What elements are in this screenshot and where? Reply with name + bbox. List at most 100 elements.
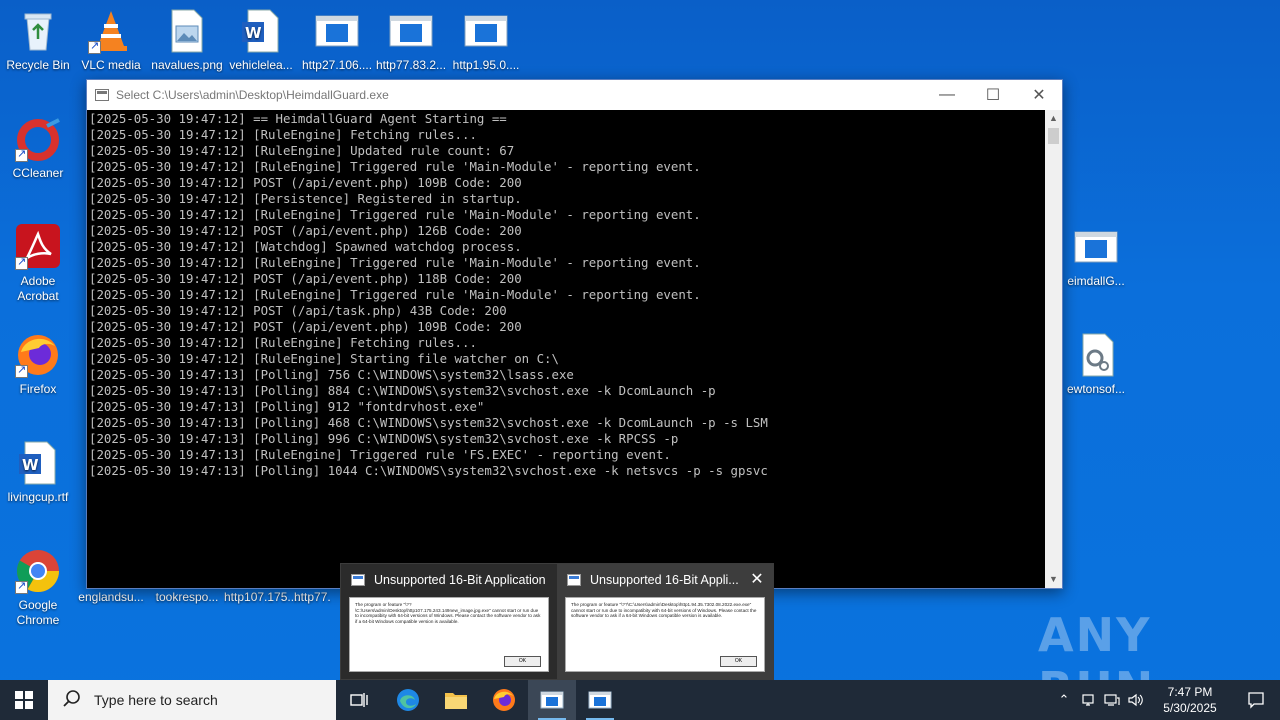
console-line: [2025-05-30 19:47:13] [RuleEngine] Trigg… xyxy=(89,447,671,462)
close-button[interactable]: ✕ xyxy=(1016,80,1062,110)
desktop-icon-vlc[interactable]: VLC media xyxy=(73,8,149,73)
desktop-icon-http1[interactable]: http1.95.0.... xyxy=(448,8,524,73)
recycle-bin-icon xyxy=(15,8,61,54)
app-window-icon xyxy=(588,691,612,709)
desktop-icon-newtonsof[interactable]: ewtonsof... xyxy=(1062,332,1130,397)
minimize-button[interactable]: — xyxy=(924,80,970,110)
task-view-button[interactable] xyxy=(336,680,384,720)
executable-window-icon xyxy=(314,8,360,54)
desktop-icon-navalues-png[interactable]: navalues.png xyxy=(149,8,225,73)
vlc-cone-icon xyxy=(88,8,134,54)
preview-title: Unsupported 16-Bit Appli... xyxy=(590,573,739,587)
desktop-icon-http77[interactable]: http77.83.2... xyxy=(373,8,449,73)
desktop-icon-google-chrome[interactable]: Google Chrome xyxy=(0,548,76,628)
desktop-icon-label: http1.95.0.... xyxy=(452,58,520,72)
taskbar-clock[interactable]: 7:47 PM 5/30/2025 xyxy=(1148,684,1232,716)
word-document-icon: W xyxy=(238,8,284,54)
start-button[interactable] xyxy=(0,680,48,720)
console-line: [2025-05-30 19:47:13] [Polling] 1044 C:\… xyxy=(89,463,768,478)
shortcut-arrow-icon xyxy=(15,147,28,162)
desktop-icon-englandsu[interactable]: englandsu... xyxy=(73,590,149,605)
console-line: [2025-05-30 19:47:12] == HeimdallGuard A… xyxy=(89,111,507,126)
clock-date: 5/30/2025 xyxy=(1163,701,1217,715)
window-icon xyxy=(351,574,365,586)
desktop-icon-label: Google Chrome xyxy=(16,598,60,627)
console-line: [2025-05-30 19:47:12] [RuleEngine] Fetch… xyxy=(89,127,477,142)
scroll-up-arrow-icon[interactable]: ▲ xyxy=(1045,110,1062,127)
network-adapter-icon[interactable] xyxy=(1076,680,1100,720)
desktop-icon-label: CCleaner xyxy=(12,166,64,180)
desktop-icon-http27[interactable]: http27.106.... xyxy=(299,8,375,73)
desktop-icon-livingcup-rtf[interactable]: W livingcup.rtf xyxy=(0,440,76,505)
preview-dialog-text: The program or feature "\??\C:\Users\adm… xyxy=(355,602,541,624)
desktop-icon-label: http77. xyxy=(294,590,331,604)
desktop-icon-tookrespo[interactable]: tookrespo... xyxy=(149,590,225,605)
firefox-icon xyxy=(493,689,515,711)
console-line: [2025-05-30 19:47:12] [RuleEngine] Fetch… xyxy=(89,335,477,350)
clock-time: 7:47 PM xyxy=(1167,685,1213,699)
taskbar-search-box[interactable]: Type here to search xyxy=(48,680,336,720)
taskbar-console-button[interactable] xyxy=(576,680,624,720)
scrollbar-thumb[interactable] xyxy=(1048,128,1059,144)
window-icon xyxy=(567,574,581,586)
desktop-icon-heimdallguard[interactable]: eimdallG... xyxy=(1062,224,1130,289)
taskbar-file-explorer-button[interactable] xyxy=(432,680,480,720)
console-window[interactable]: Select C:\Users\admin\Desktop\HeimdallGu… xyxy=(86,79,1063,589)
preview-title: Unsupported 16-Bit Application xyxy=(374,573,546,587)
shortcut-arrow-icon xyxy=(88,39,101,54)
console-line: [2025-05-30 19:47:12] [RuleEngine] Updat… xyxy=(89,143,515,158)
taskbar-firefox-button[interactable] xyxy=(480,680,528,720)
desktop-icon-http77-b[interactable]: http77. xyxy=(294,590,340,605)
console-line: [2025-05-30 19:47:12] [RuleEngine] Trigg… xyxy=(89,287,701,302)
image-file-icon xyxy=(164,8,210,54)
preview-dialog-image: The program or feature "\??\C:\Users\adm… xyxy=(349,597,549,672)
preview-dialog-image: The program or feature "\??\C:\Users\adm… xyxy=(565,597,765,672)
taskbar-edge-button[interactable] xyxy=(384,680,432,720)
console-line: [2025-05-30 19:47:13] [Polling] 996 C:\W… xyxy=(89,431,679,446)
ccleaner-icon xyxy=(15,116,61,162)
chevron-up-icon[interactable]: ⌃ xyxy=(1052,680,1076,720)
shortcut-arrow-icon xyxy=(15,363,28,378)
desktop-icon-http107[interactable]: http107.175.... xyxy=(224,590,300,605)
console-line: [2025-05-30 19:47:13] [Polling] 468 C:\W… xyxy=(89,415,768,430)
svg-text:W: W xyxy=(245,24,262,42)
console-titlebar[interactable]: Select C:\Users\admin\Desktop\HeimdallGu… xyxy=(87,80,1062,110)
desktop-icon-vehiclelea[interactable]: W vehiclelea... xyxy=(223,8,299,73)
desktop-icon-label: livingcup.rtf xyxy=(7,490,69,504)
notification-icon xyxy=(1248,692,1264,709)
thumbnail-preview-1[interactable]: Unsupported 16-Bit Application The progr… xyxy=(341,564,557,681)
preview-dialog-text: The program or feature "\??\C:\Users\adm… xyxy=(571,602,757,619)
desktop-icon-firefox[interactable]: Firefox xyxy=(0,332,76,397)
system-tray: ⌃ 7:47 PM 5/30/2025 xyxy=(1052,680,1280,720)
settings-file-icon xyxy=(1073,332,1119,378)
edge-icon xyxy=(397,689,419,711)
desktop-icon-recycle-bin[interactable]: Recycle Bin xyxy=(0,8,76,73)
thumbnail-preview-2[interactable]: Unsupported 16-Bit Appli... ✕ The progra… xyxy=(557,564,773,681)
desktop-icon-label: VLC media xyxy=(81,58,141,72)
desktop-icon-ccleaner[interactable]: CCleaner xyxy=(0,116,76,181)
preview-ok-button: OK xyxy=(504,656,541,667)
taskbar-16bit-app-button[interactable] xyxy=(528,680,576,720)
acrobat-icon xyxy=(15,224,61,270)
console-line: [2025-05-30 19:47:12] [RuleEngine] Trigg… xyxy=(89,255,701,270)
notification-center-button[interactable] xyxy=(1232,680,1280,720)
console-title: Select C:\Users\admin\Desktop\HeimdallGu… xyxy=(116,88,389,102)
executable-window-icon xyxy=(388,8,434,54)
scroll-down-arrow-icon[interactable]: ▼ xyxy=(1045,571,1062,588)
desktop-icon-label: Adobe Acrobat xyxy=(17,274,59,303)
network-icon[interactable] xyxy=(1100,680,1124,720)
shortcut-arrow-icon xyxy=(15,255,28,270)
console-line: [2025-05-30 19:47:12] POST (/api/event.p… xyxy=(89,271,522,286)
maximize-button[interactable]: ☐ xyxy=(970,80,1016,110)
vertical-scrollbar[interactable]: ▲ ▼ xyxy=(1045,110,1062,588)
console-line: [2025-05-30 19:47:12] POST (/api/task.ph… xyxy=(89,303,507,318)
console-line: [2025-05-30 19:47:12] POST (/api/event.p… xyxy=(89,223,522,238)
desktop-icon-label: http77.83.2... xyxy=(375,58,447,72)
console-output[interactable]: [2025-05-30 19:47:12] == HeimdallGuard A… xyxy=(87,110,1045,588)
volume-icon[interactable] xyxy=(1124,680,1148,720)
desktop-icon-adobe-acrobat[interactable]: Adobe Acrobat xyxy=(0,224,76,304)
console-line: [2025-05-30 19:47:12] [Persistence] Regi… xyxy=(89,191,522,206)
preview-close-icon[interactable]: ✕ xyxy=(747,570,767,590)
desktop-icon-label: http107.175.... xyxy=(224,590,300,604)
desktop-icon-label: tookrespo... xyxy=(155,590,219,604)
